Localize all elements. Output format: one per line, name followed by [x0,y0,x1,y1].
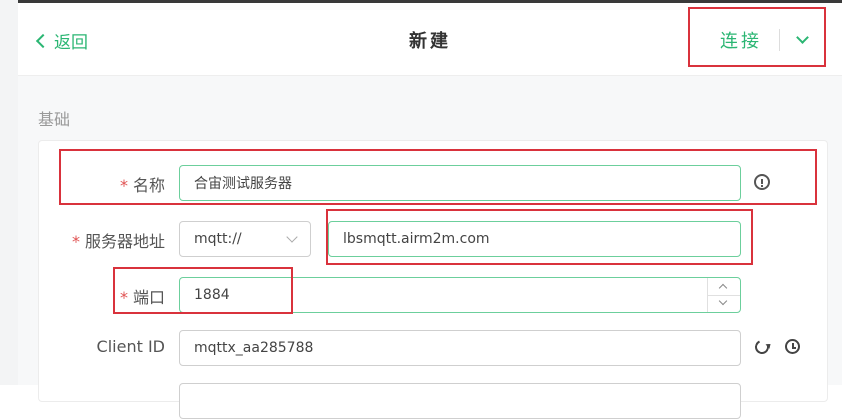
port-label-text: 端口 [132,288,165,307]
required-mark: * [119,176,128,195]
new-connection-page: 返回 新建 连接 基础 * 名称 合宙测试服务器 * 服务器地址 mqtt:// l… [18,3,842,419]
port-increment-button[interactable] [708,278,740,296]
protocol-select[interactable]: mqtt:// [179,221,311,257]
header-divider [779,29,780,51]
refresh-icon[interactable] [753,338,771,356]
port-label: * 端口 [120,284,165,308]
host-value: lbsmqtt.airm2m.com [343,231,490,247]
page-title: 新建 [409,31,451,52]
port-stepper-controls [707,278,740,312]
connect-options-dropdown[interactable] [790,27,816,53]
client-id-label: Client ID [96,337,165,356]
info-circle-icon[interactable] [754,174,770,190]
port-value: 1884 [194,287,230,303]
next-field-input[interactable] [179,383,741,419]
host-label-text: 服务器地址 [84,232,165,251]
basic-settings-card: * 名称 合宙测试服务器 * 服务器地址 mqtt:// lbsmqtt.airm2… [38,140,828,419]
section-title-basic: 基础 [38,110,71,129]
protocol-value: mqtt:// [194,231,242,247]
host-input[interactable]: lbsmqtt.airm2m.com [328,221,741,257]
port-decrement-button[interactable] [708,295,740,312]
sidebar-edge [0,0,18,385]
required-mark: * [71,232,80,251]
required-mark: * [119,288,128,307]
name-value: 合宙测试服务器 [194,176,292,192]
port-stepper[interactable]: 1884 [179,277,741,313]
chevron-down-icon [718,296,728,306]
host-label: * 服务器地址 [72,228,165,252]
name-input[interactable]: 合宙测试服务器 [179,165,741,201]
chevron-up-icon [718,283,728,293]
name-label: * 名称 [120,172,165,196]
chevron-down-icon [796,31,809,44]
client-id-input[interactable]: mqttx_aa285788 [179,330,741,366]
name-label-text: 名称 [132,176,165,195]
header-bar: 返回 新建 连接 [18,3,842,76]
connect-button[interactable]: 连接 [720,27,762,53]
client-id-value: mqttx_aa285788 [194,340,314,356]
chevron-down-icon [286,231,298,243]
clock-icon[interactable] [785,339,800,354]
